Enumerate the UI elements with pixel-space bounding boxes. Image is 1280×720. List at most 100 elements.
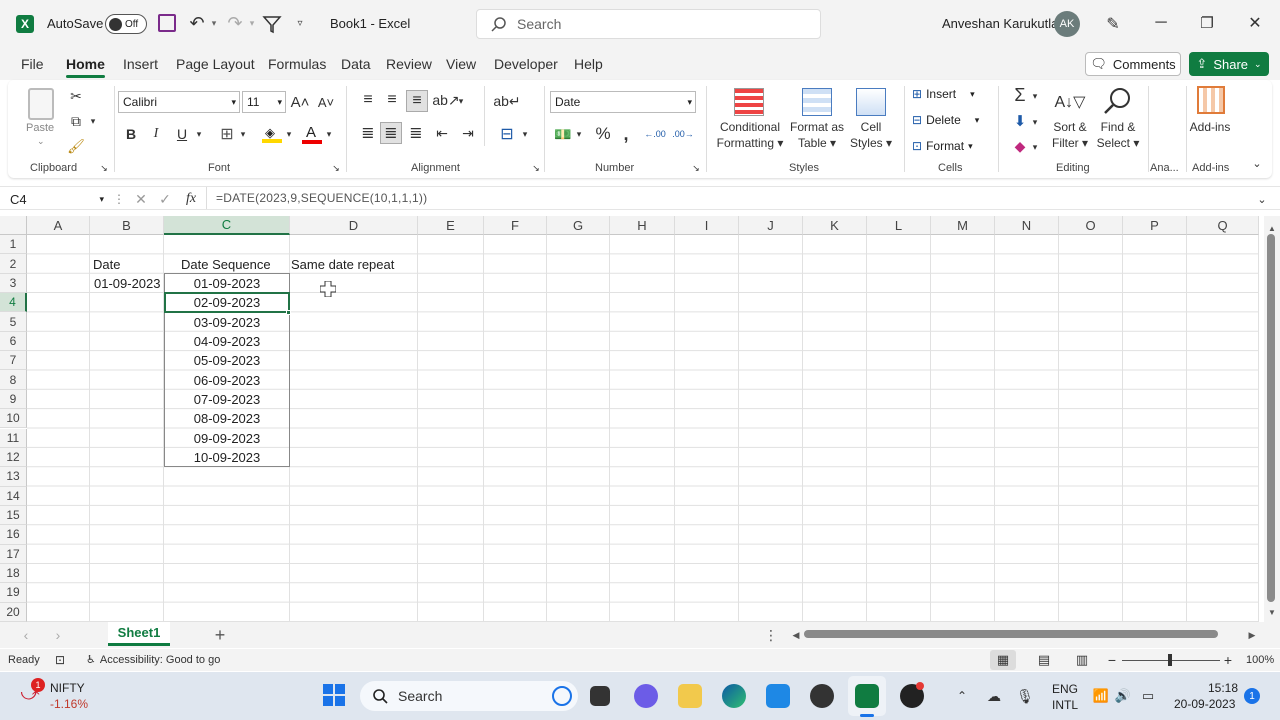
redo-dropdown-icon[interactable]: ▾ <box>246 16 258 30</box>
notification-badge[interactable]: 1 <box>1244 688 1260 704</box>
name-box[interactable]: C4 ▾ <box>6 189 108 209</box>
task-view-icon[interactable] <box>590 686 610 706</box>
share-button[interactable]: ⇪ Share ⌄ <box>1189 52 1269 76</box>
merge-dropdown-icon[interactable]: ▾ <box>520 127 530 141</box>
wifi-icon[interactable]: 📶 <box>1092 686 1110 706</box>
language-primary[interactable]: ENG <box>1052 682 1078 696</box>
font-name-select[interactable]: Calibri ▾ <box>118 91 240 113</box>
macro-record-icon[interactable]: ⊡ <box>52 652 68 668</box>
underline-button[interactable]: U <box>174 123 190 145</box>
battery-icon[interactable]: ▭ <box>1138 686 1158 706</box>
teams-chat-icon[interactable] <box>634 684 658 708</box>
cell-styles-icon[interactable] <box>856 88 886 116</box>
tab-page-layout[interactable]: Page Layout <box>176 56 255 72</box>
file-explorer-icon[interactable] <box>678 684 702 708</box>
font-size-select[interactable]: 11 ▾ <box>242 91 286 113</box>
underline-dropdown-icon[interactable]: ▾ <box>194 127 204 141</box>
enter-icon[interactable]: ✓ <box>156 189 174 209</box>
save-icon[interactable] <box>158 14 176 32</box>
currency-icon[interactable]: 💵 <box>552 123 574 145</box>
increase-font-icon[interactable]: A˄ <box>290 91 310 113</box>
prev-sheet-icon[interactable]: ‹ <box>18 626 34 644</box>
collapse-ribbon-icon[interactable]: ⌄ <box>1250 156 1264 170</box>
borders-icon[interactable]: ⊞ <box>216 123 238 145</box>
format-cells-button[interactable]: ⊡ Format ▾ <box>912 139 973 153</box>
clear-dropdown-icon[interactable]: ▾ <box>1030 140 1040 154</box>
fill-dropdown-icon[interactable]: ▾ <box>1030 115 1040 129</box>
align-bottom-icon[interactable]: ≡ <box>406 90 428 112</box>
redo-icon[interactable]: ↷ <box>224 12 246 34</box>
volume-icon[interactable]: 🔊 <box>1114 686 1132 706</box>
format-painter-icon[interactable]: 🖌 <box>66 136 86 156</box>
vertical-scrollbar[interactable]: ▲ ▼ <box>1264 216 1280 622</box>
decrease-indent-icon[interactable]: ⇤ <box>432 123 452 143</box>
format-as-table-icon[interactable] <box>802 88 832 116</box>
clear-icon[interactable]: ◆ <box>1010 136 1030 156</box>
currency-dropdown-icon[interactable]: ▾ <box>574 127 584 141</box>
scroll-left-icon[interactable]: ◀ <box>790 626 802 644</box>
merge-center-icon[interactable]: ⊟ <box>496 123 518 145</box>
paste-dropdown-icon[interactable]: ⌄ <box>37 136 45 147</box>
paste-icon[interactable] <box>28 88 54 120</box>
pen-icon[interactable]: ✎ <box>1102 13 1124 35</box>
customize-qat-icon[interactable]: ▿ <box>293 16 307 30</box>
cell-B3[interactable]: 01-09-2023 <box>94 274 161 293</box>
italic-button[interactable]: I <box>148 123 164 145</box>
more-options-icon[interactable]: ⋮ <box>113 189 125 209</box>
align-middle-icon[interactable]: ≡ <box>382 90 402 110</box>
comma-style-icon[interactable]: , <box>618 123 634 145</box>
fill-icon[interactable]: ⬇ <box>1010 111 1030 131</box>
align-top-icon[interactable]: ≡ <box>358 90 378 110</box>
cell-C12[interactable]: 10-09-2023 <box>164 448 290 467</box>
tab-formulas[interactable]: Formulas <box>268 56 326 72</box>
align-center-icon[interactable]: ≣ <box>380 122 402 144</box>
close-icon[interactable]: ✕ <box>1244 12 1266 34</box>
sheet-tab[interactable]: Sheet1 <box>108 622 170 646</box>
taskbar-search[interactable]: Search <box>360 681 578 711</box>
increase-indent-icon[interactable]: ⇥ <box>458 123 478 143</box>
paste-label[interactable]: Paste <box>26 122 54 134</box>
addins-icon[interactable] <box>1197 86 1225 114</box>
cell-C2[interactable]: Date Sequence <box>181 255 271 274</box>
autosave-toggle[interactable]: Off <box>105 14 147 34</box>
microphone-icon[interactable]: 🎙 <box>1016 686 1034 706</box>
selected-cell-C4[interactable] <box>164 292 290 313</box>
horizontal-scroll-thumb[interactable] <box>804 630 1218 638</box>
tab-insert[interactable]: Insert <box>123 56 158 72</box>
number-format-select[interactable]: Date ▾ <box>550 91 696 113</box>
tab-view[interactable]: View <box>446 56 476 72</box>
format-as-table-button[interactable]: Format as Table ▾ <box>786 119 848 151</box>
tab-data[interactable]: Data <box>341 56 371 72</box>
find-select-button[interactable]: Find & Select ▾ <box>1094 119 1142 151</box>
cell-C6[interactable]: 04-09-2023 <box>164 332 290 351</box>
ticker-name[interactable]: NIFTY <box>50 681 85 695</box>
cell-C11[interactable]: 09-09-2023 <box>164 429 290 448</box>
cell-C5[interactable]: 03-09-2023 <box>164 312 290 331</box>
tab-review[interactable]: Review <box>386 56 432 72</box>
undo-dropdown-icon[interactable]: ▾ <box>208 16 220 30</box>
bold-button[interactable]: B <box>123 123 139 145</box>
sort-filter-icon[interactable]: A↓▽ <box>1054 88 1086 116</box>
sort-filter-button[interactable]: Sort & Filter ▾ <box>1046 119 1094 151</box>
fill-color-dropdown-icon[interactable]: ▾ <box>284 127 294 141</box>
accessibility-status[interactable]: ♿ Accessibility: Good to go <box>86 653 220 667</box>
next-sheet-icon[interactable]: › <box>50 626 66 644</box>
conditional-formatting-button[interactable]: Conditional Formatting ▾ <box>714 119 786 151</box>
add-sheet-icon[interactable]: + <box>210 625 230 645</box>
zoom-out-icon[interactable]: − <box>1106 652 1118 668</box>
edge-browser-icon[interactable] <box>722 684 746 708</box>
cell-C10[interactable]: 08-09-2023 <box>164 409 290 428</box>
tab-developer[interactable]: Developer <box>494 56 558 72</box>
cell-D2[interactable]: Same date repeat <box>291 255 394 274</box>
cell-B2[interactable]: Date <box>93 255 120 274</box>
formula-input[interactable]: =DATE(2023,9,SEQUENCE(10,1,1,1)) <box>216 191 427 205</box>
cut-icon[interactable]: ✂ <box>66 86 86 106</box>
font-color-icon[interactable]: A <box>302 124 322 144</box>
clipboard-launcher-icon[interactable]: ↘ <box>98 162 110 174</box>
borders-dropdown-icon[interactable]: ▾ <box>238 127 248 141</box>
clock-time[interactable]: 15:18 <box>1208 681 1238 695</box>
decrease-decimal-icon[interactable]: .00→ <box>672 123 694 145</box>
increase-decimal-icon[interactable]: ←.00 <box>644 123 666 145</box>
page-layout-view-icon[interactable]: ▤ <box>1034 652 1054 668</box>
copy-icon[interactable]: ⧉ <box>66 111 86 131</box>
